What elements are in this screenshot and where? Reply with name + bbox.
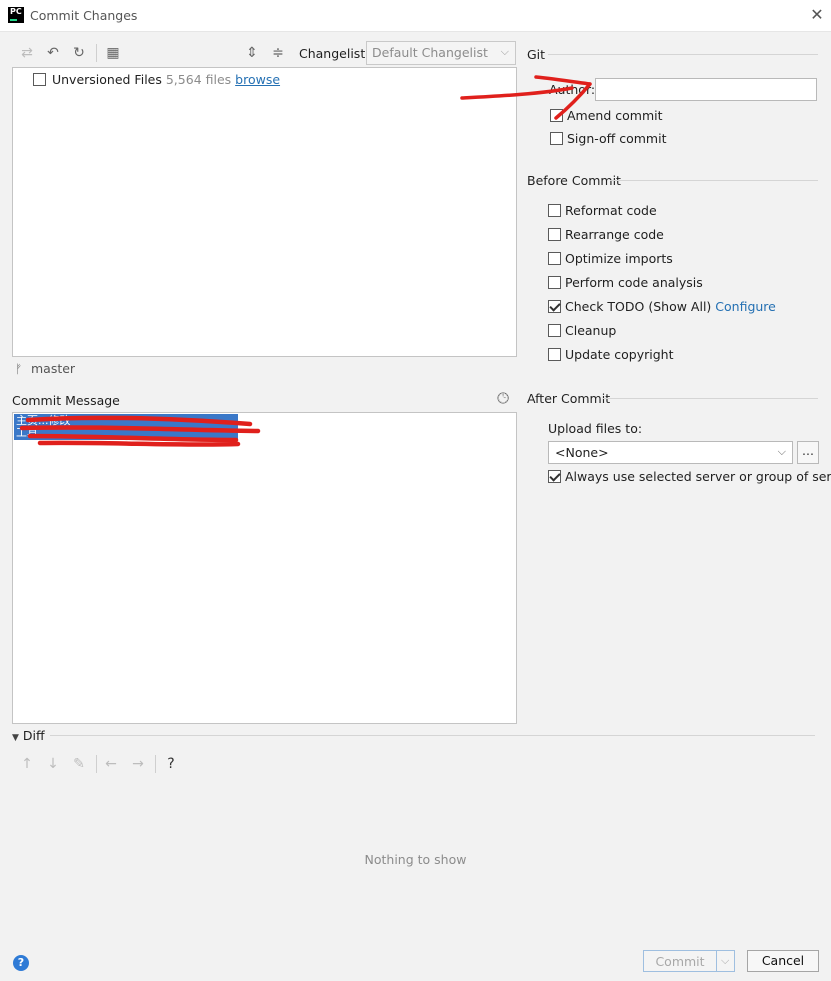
red-arrow-annotation [460,75,592,120]
red-scribble-annotation [19,415,261,447]
red-annotation-overlay [19,75,592,447]
